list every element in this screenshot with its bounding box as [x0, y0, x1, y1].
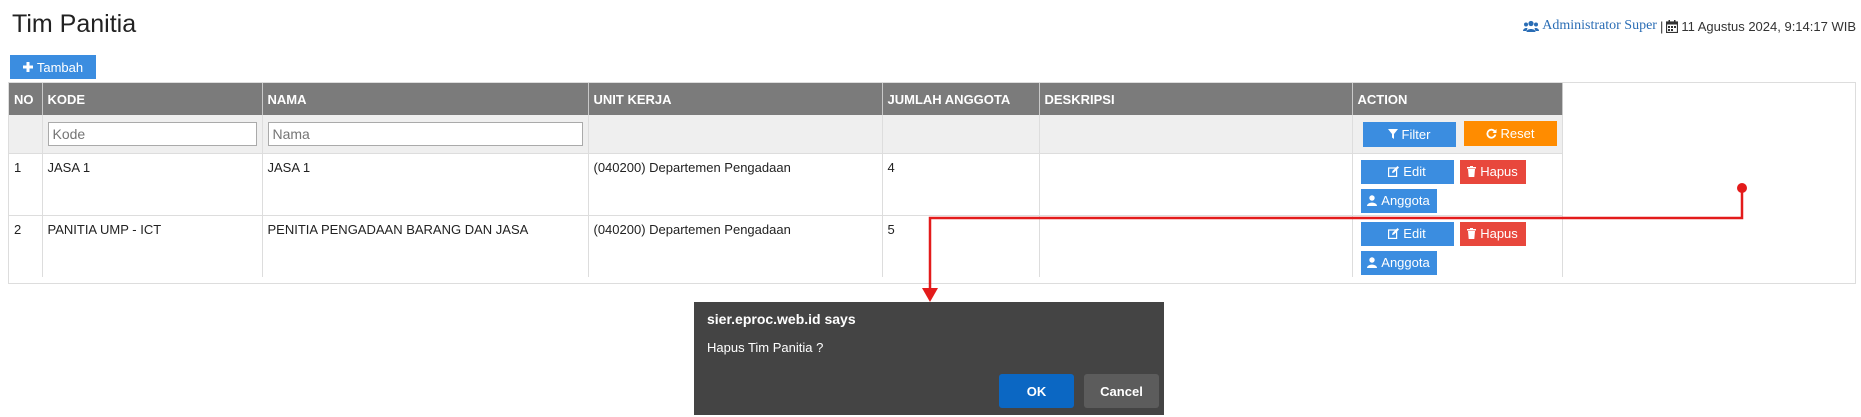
refresh-icon — [1486, 128, 1497, 139]
filter-cell-kode — [42, 115, 263, 153]
reset-button[interactable]: Reset — [1463, 121, 1557, 146]
cell-unit-kerja: (040200) Departemen Pengadaan — [588, 152, 883, 215]
cancel-button[interactable]: Cancel — [1084, 374, 1159, 408]
cell-jumlah-anggota: 4 — [882, 152, 1040, 215]
edit-button[interactable]: Edit — [1360, 159, 1454, 184]
filter-cell-deskripsi — [1039, 115, 1353, 153]
user-icon — [1367, 195, 1378, 206]
filter-icon — [1387, 129, 1398, 139]
cell-no: 1 — [9, 152, 43, 215]
column-header-deskripsi: DESKRIPSI — [1039, 83, 1353, 115]
kode-filter-input[interactable] — [47, 121, 257, 146]
cell-no: 2 — [9, 214, 43, 277]
user-info: Administrator Super | 11 Agustus 2024, 9… — [1523, 18, 1856, 34]
filter-cell-action: Filter Reset — [1352, 115, 1563, 153]
datetime: 11 Agustus 2024, 9:14:17 WIB — [1681, 18, 1856, 34]
panitia-table-wrapper: NO KODE NAMA UNIT KERJA JUMLAH ANGGOTA D… — [8, 82, 1856, 284]
cell-action: Edit Hapus Anggota — [1352, 214, 1563, 277]
user-icon — [1367, 257, 1378, 268]
calendar-icon — [1666, 19, 1679, 33]
edit-button-label: Edit — [1403, 164, 1426, 179]
members-button-label: Anggota — [1381, 193, 1430, 208]
column-header-unit-kerja: UNIT KERJA — [588, 83, 883, 115]
cell-jumlah-anggota: 5 — [882, 214, 1040, 277]
user-link[interactable]: Administrator Super — [1542, 18, 1657, 34]
header-separator: | — [1659, 18, 1664, 34]
column-header-no: NO — [9, 83, 43, 115]
trash-icon — [1467, 228, 1477, 239]
add-button-label: Tambah — [36, 59, 84, 75]
delete-button-label: Hapus — [1480, 164, 1518, 179]
table-row: 1 JASA 1 JASA 1 (040200) Departemen Peng… — [9, 152, 1563, 215]
panitia-table: NO KODE NAMA UNIT KERJA JUMLAH ANGGOTA D… — [9, 83, 1563, 277]
filter-cell-jumlah — [882, 115, 1040, 153]
ok-button[interactable]: OK — [999, 374, 1074, 408]
cell-unit-kerja: (040200) Departemen Pengadaan — [588, 214, 883, 277]
members-button-label: Anggota — [1381, 255, 1430, 270]
table-row: 2 PANITIA UMP - ICT PENITIA PENGADAAN BA… — [9, 214, 1563, 277]
members-button[interactable]: Anggota — [1360, 188, 1437, 213]
reset-button-label: Reset — [1500, 126, 1535, 141]
page-title: Tim Panitia — [12, 10, 137, 38]
add-button[interactable]: Tambah — [10, 55, 96, 79]
column-header-jumlah-anggota: JUMLAH ANGGOTA — [882, 83, 1040, 115]
cell-deskripsi — [1039, 152, 1353, 215]
members-button[interactable]: Anggota — [1360, 250, 1437, 275]
cell-kode: JASA 1 — [42, 152, 263, 215]
edit-icon — [1388, 166, 1400, 177]
filter-cell-unit-kerja — [588, 115, 883, 153]
delete-button[interactable]: Hapus — [1459, 159, 1526, 184]
edit-icon — [1388, 228, 1400, 239]
filter-cell-nama — [262, 115, 589, 153]
column-header-kode: KODE — [42, 83, 263, 115]
edit-button[interactable]: Edit — [1360, 221, 1454, 246]
dialog-title: sier.eproc.web.id says — [707, 311, 856, 327]
cell-action: Edit Hapus Anggota — [1352, 152, 1563, 215]
delete-button-label: Hapus — [1480, 226, 1518, 241]
dialog-message: Hapus Tim Panitia ? — [707, 340, 824, 355]
cell-nama: JASA 1 — [262, 152, 589, 215]
confirm-dialog: sier.eproc.web.id says Hapus Tim Panitia… — [694, 302, 1164, 415]
column-header-nama: NAMA — [262, 83, 589, 115]
cell-deskripsi — [1039, 214, 1353, 277]
trash-icon — [1467, 166, 1477, 177]
filter-button[interactable]: Filter — [1362, 121, 1456, 147]
column-header-action: ACTION — [1352, 83, 1563, 115]
plus-icon — [22, 62, 33, 72]
nama-filter-input[interactable] — [267, 121, 583, 146]
filter-button-label: Filter — [1401, 126, 1431, 142]
cell-kode: PANITIA UMP - ICT — [42, 214, 263, 277]
delete-button[interactable]: Hapus — [1459, 221, 1526, 246]
filter-cell-no — [9, 115, 43, 153]
filter-row: Filter Reset — [9, 115, 1563, 153]
users-icon — [1523, 20, 1540, 32]
table-header-row: NO KODE NAMA UNIT KERJA JUMLAH ANGGOTA D… — [9, 83, 1563, 115]
cell-nama: PENITIA PENGADAAN BARANG DAN JASA — [262, 214, 589, 277]
edit-button-label: Edit — [1403, 226, 1426, 241]
